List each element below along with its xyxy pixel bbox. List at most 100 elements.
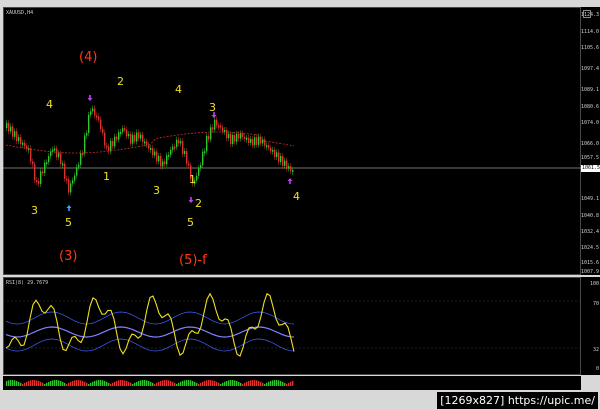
- strip-bar: [162, 380, 164, 386]
- candle: [154, 151, 156, 156]
- strip-bar: [64, 382, 66, 386]
- strip-bar: [220, 383, 222, 386]
- candle: [42, 171, 44, 174]
- candle: [106, 145, 108, 148]
- strip-bar: [82, 380, 84, 386]
- candle: [92, 108, 94, 112]
- strip-bar: [176, 383, 178, 386]
- strip-bar: [86, 382, 88, 386]
- strip-bar: [118, 380, 120, 386]
- strip-bar: [96, 380, 98, 386]
- strip-bar: [152, 382, 154, 386]
- candle: [220, 125, 222, 128]
- candle: [96, 115, 98, 118]
- strip-bar: [76, 380, 78, 386]
- strip-bar: [26, 381, 28, 386]
- candle: [278, 152, 280, 162]
- candle: [234, 135, 236, 142]
- strip-bar: [52, 380, 54, 386]
- strip-bar: [74, 380, 76, 386]
- strip-bar: [198, 383, 200, 386]
- strip-bar: [134, 382, 136, 386]
- candle: [72, 180, 74, 184]
- candle: [32, 161, 34, 165]
- candle: [244, 136, 246, 139]
- strip-bar: [38, 380, 40, 386]
- candle: [122, 128, 124, 132]
- strip-bar: [180, 381, 182, 386]
- candle: [284, 160, 286, 166]
- candle: [222, 127, 224, 132]
- candle: [288, 166, 290, 169]
- candle: [120, 131, 122, 134]
- candle: [8, 122, 10, 132]
- strip-bar: [102, 380, 104, 386]
- strip-bar: [150, 381, 152, 386]
- candle: [142, 134, 144, 142]
- strip-bar: [72, 380, 74, 386]
- wave-label-2: 2: [195, 197, 202, 210]
- strip-bar: [14, 380, 16, 386]
- strip-bar: [166, 380, 168, 386]
- wave-label-5: 5: [187, 216, 194, 229]
- candle: [104, 132, 106, 146]
- candle: [10, 126, 12, 132]
- strip-bar: [140, 380, 142, 386]
- candle: [126, 129, 128, 137]
- strip-bar: [242, 383, 244, 386]
- candle: [86, 132, 88, 136]
- candles: [6, 105, 294, 196]
- candle: [216, 119, 218, 126]
- strip-bar: [90, 382, 92, 386]
- wave-label-3: 3: [153, 184, 160, 197]
- strip-bar: [218, 382, 220, 386]
- candle: [158, 156, 160, 162]
- candle: [68, 179, 70, 193]
- candle: [264, 139, 266, 146]
- candle: [16, 131, 18, 142]
- candle: [166, 155, 168, 165]
- candle: [174, 146, 176, 149]
- strip-bar: [186, 380, 188, 386]
- candle: [64, 163, 66, 179]
- candle: [12, 126, 14, 137]
- strip-bar: [278, 380, 280, 386]
- candle: [212, 127, 214, 130]
- strip-bar: [108, 382, 110, 386]
- strip-bar: [124, 380, 126, 386]
- candle: [292, 170, 294, 173]
- candle: [270, 147, 272, 152]
- strip-histogram: [6, 380, 294, 386]
- strip-bar: [262, 382, 264, 386]
- strip-bar: [254, 380, 256, 386]
- candle: [240, 133, 242, 139]
- wave-label-4-paren: (4): [79, 50, 98, 65]
- wave-label-4: 4: [175, 83, 182, 96]
- strip-bar: [276, 380, 278, 386]
- strip-bar: [120, 380, 122, 386]
- strip-bar: [98, 380, 100, 386]
- strip-bar: [158, 381, 160, 386]
- candle: [242, 133, 244, 137]
- candle: [178, 139, 180, 144]
- candle: [182, 141, 184, 154]
- candle: [150, 147, 152, 150]
- strip-bar: [60, 380, 62, 386]
- fractal-arrow: [66, 205, 72, 211]
- candle: [94, 108, 96, 116]
- candle: [38, 181, 40, 184]
- candle: [226, 130, 228, 139]
- strip-bar: [142, 380, 144, 386]
- strip-bar: [270, 380, 272, 386]
- candle: [18, 137, 20, 142]
- candle: [186, 151, 188, 164]
- strip-bar: [168, 380, 170, 386]
- candle: [138, 132, 140, 139]
- candle: [132, 134, 134, 144]
- candle: [124, 128, 126, 131]
- wave-label-1: 1: [103, 170, 110, 183]
- strip-bar: [208, 380, 210, 386]
- strip-bar: [286, 383, 288, 386]
- candle: [204, 151, 206, 154]
- strip-bar: [138, 380, 140, 386]
